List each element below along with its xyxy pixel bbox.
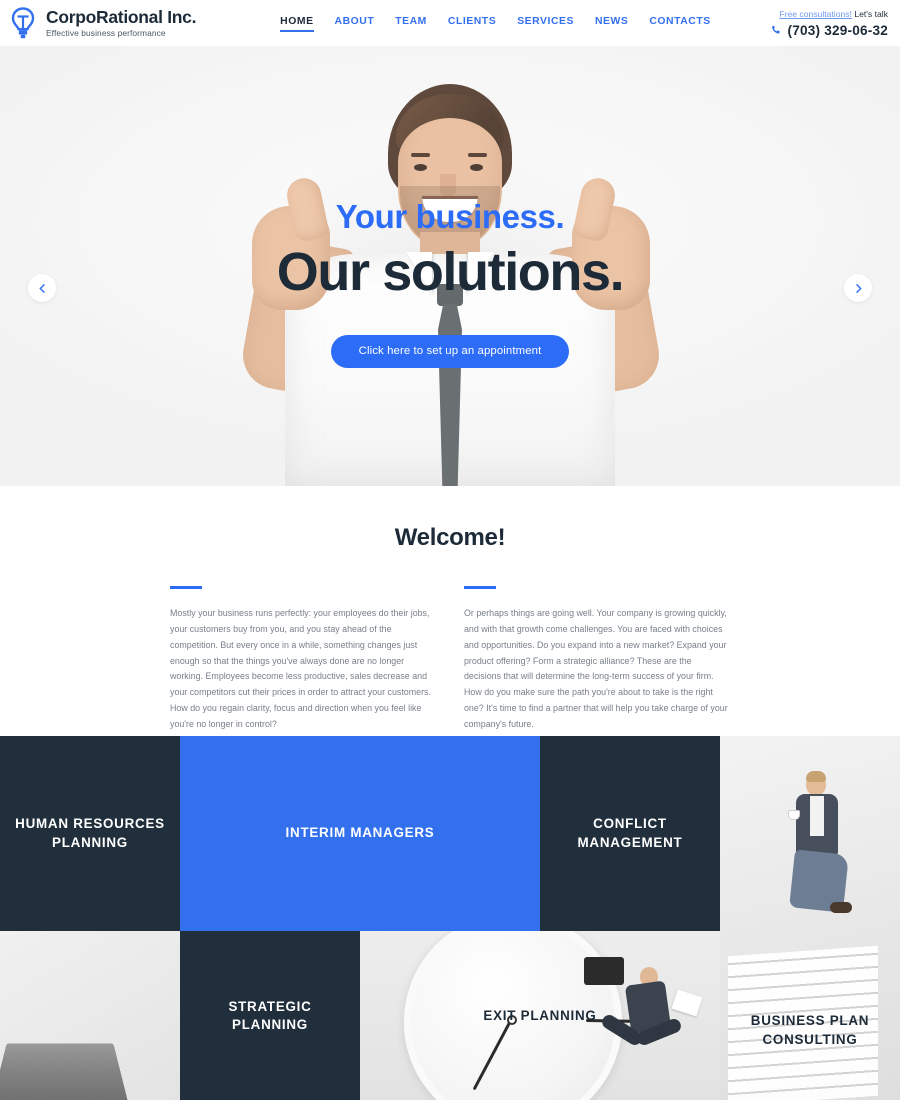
consultation-line: Free consultations! Let's talk — [779, 9, 888, 19]
chevron-right-icon — [855, 283, 862, 293]
welcome-text-right: Or perhaps things are going well. Your c… — [464, 608, 728, 729]
brand-logo[interactable]: CorpoRational Inc. Effective business pe… — [8, 6, 196, 40]
main-navigation: HOME ABOUT TEAM CLIENTS SERVICES NEWS CO… — [280, 16, 711, 32]
nav-item-team[interactable]: TEAM — [395, 16, 427, 31]
service-tile-label: EXIT PLANNING — [483, 1007, 597, 1023]
hero-headline-main: Our solutions. — [276, 242, 625, 302]
photo-office-desk — [0, 931, 180, 1100]
service-tile-label: INTERIM MANAGERS — [285, 825, 435, 841]
service-tile-conflict-management[interactable]: CONFLICT MANAGEMENT — [540, 736, 720, 931]
hero-slider: Your business. Our solutions. Click here… — [0, 46, 900, 486]
service-tile-interim-managers[interactable]: INTERIM MANAGERS — [180, 736, 540, 931]
welcome-title: Welcome! — [394, 524, 506, 551]
services-grid: HUMAN RESOURCES PLANNING INTERIM MANAGER… — [0, 736, 900, 1100]
hero-headline-accent: Your business. — [335, 198, 565, 235]
welcome-column-right: Or perhaps things are going well. Your c… — [464, 586, 730, 733]
nav-item-services[interactable]: SERVICES — [517, 16, 574, 31]
phone-block[interactable]: (703) 329-06-32 — [771, 23, 889, 38]
nav-item-clients[interactable]: CLIENTS — [448, 16, 496, 31]
brand-tagline: Effective business performance — [46, 28, 166, 39]
welcome-column-left: Mostly your business runs perfectly: you… — [170, 586, 436, 733]
welcome-columns: Mostly your business runs perfectly: you… — [0, 552, 900, 733]
nav-item-about[interactable]: ABOUT — [335, 16, 375, 31]
appointment-button[interactable]: Click here to set up an appointment — [330, 335, 570, 368]
nav-item-news[interactable]: NEWS — [595, 16, 628, 31]
service-tile-exit-planning[interactable]: EXIT PLANNING — [360, 931, 720, 1100]
lightbulb-icon — [11, 7, 35, 39]
nav-item-home[interactable]: HOME — [280, 16, 314, 32]
nav-item-contacts[interactable]: CONTACTS — [649, 16, 710, 31]
service-tile-label: BUSINESS PLAN CONSULTING — [750, 1013, 870, 1047]
welcome-text-left: Mostly your business runs perfectly: you… — [170, 608, 431, 729]
phone-icon — [771, 25, 780, 34]
service-tile-label: STRATEGIC PLANNING — [228, 998, 312, 1033]
service-tile-photo-desk[interactable] — [0, 931, 180, 1100]
service-tile-business-plan-consulting[interactable]: BUSINESS PLAN CONSULTING — [720, 736, 900, 1100]
slider-next-button[interactable] — [844, 274, 872, 302]
hero-content: Your business. Our solutions. Click here… — [0, 46, 900, 486]
service-tile-label: CONFLICT MANAGEMENT — [577, 816, 683, 850]
brand-name: CorpoRational Inc. — [46, 6, 197, 27]
header-contact-block: Free consultations! Let's talk (703) 329… — [771, 9, 889, 38]
site-header: CorpoRational Inc. Effective business pe… — [0, 0, 900, 46]
chevron-left-icon — [38, 283, 45, 293]
slider-prev-button[interactable] — [28, 274, 56, 302]
service-tile-strategic-planning[interactable]: STRATEGIC PLANNING — [180, 931, 360, 1100]
consultation-suffix: Let's talk — [851, 8, 888, 19]
accent-rule — [170, 586, 202, 589]
free-consultations-link[interactable]: Free consultations! — [779, 9, 852, 19]
service-tile-label: HUMAN RESOURCES PLANNING — [15, 816, 165, 850]
welcome-section: Welcome! Mostly your business runs perfe… — [0, 486, 900, 736]
service-tile-human-resources-planning[interactable]: HUMAN RESOURCES PLANNING — [0, 736, 180, 931]
phone-number: (703) 329-06-32 — [787, 22, 888, 38]
accent-rule — [464, 586, 496, 589]
